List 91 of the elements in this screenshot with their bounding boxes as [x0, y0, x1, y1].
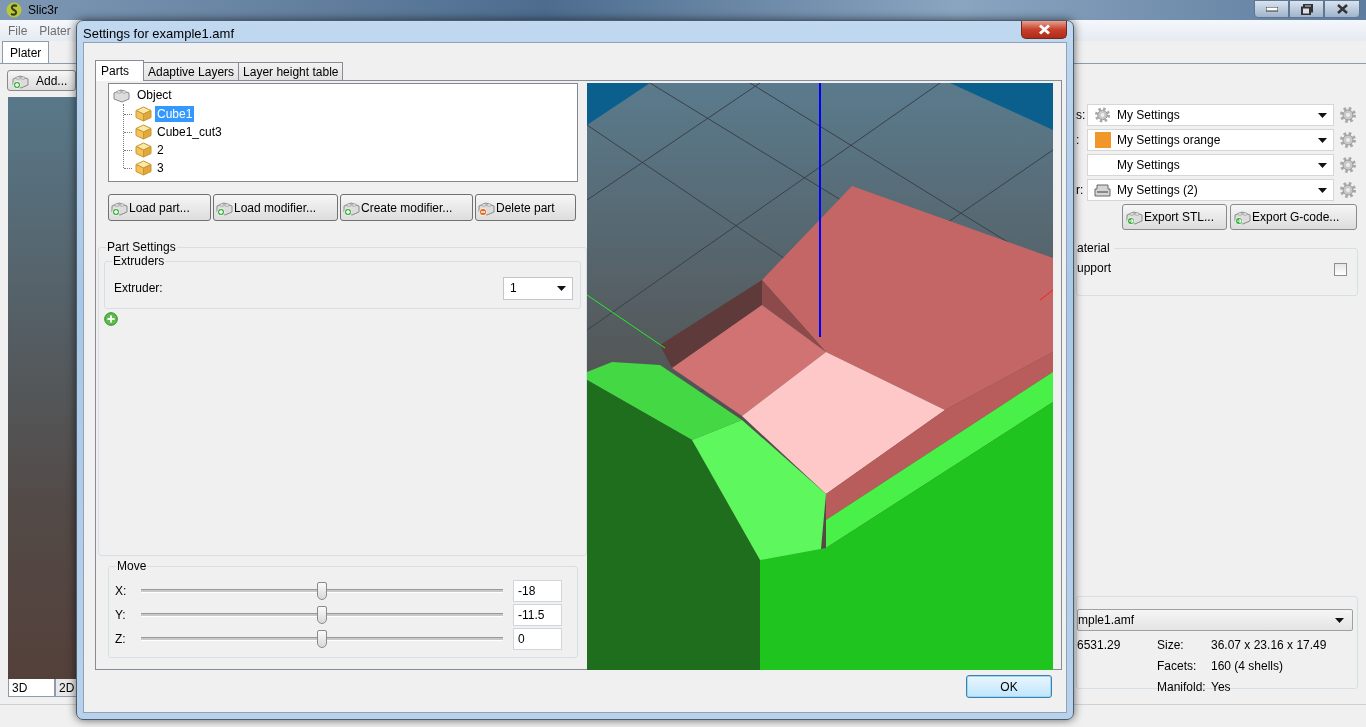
cube-icon — [135, 124, 152, 140]
cube-icon — [135, 106, 152, 122]
brick-plus-icon — [12, 72, 30, 89]
minimize-icon — [1265, 6, 1278, 12]
export-stl-button[interactable]: Export STL... — [1122, 204, 1227, 230]
gear-icon — [1339, 106, 1357, 124]
restore-button[interactable] — [1289, 0, 1324, 18]
axis-label: Y: — [114, 608, 127, 622]
caret-icon — [1318, 187, 1327, 193]
field-label: Extruder: — [114, 281, 163, 295]
part-button[interactable]: Load modifier... — [213, 194, 338, 221]
preset-dropdown[interactable]: My Settings orange — [1087, 129, 1334, 151]
value-field[interactable]: -18 — [513, 580, 562, 602]
info-label: Facets: — [1157, 658, 1198, 673]
slider[interactable] — [141, 605, 503, 625]
slider-thumb[interactable] — [317, 582, 327, 600]
window-title: Slic3r — [28, 3, 58, 17]
info-value: 36.07 x 23.16 x 17.49 — [1211, 637, 1328, 652]
group-title: Extruders — [112, 254, 166, 268]
gear-icon — [1339, 181, 1357, 199]
option-label: upport — [1077, 261, 1112, 277]
cube-icon — [135, 160, 152, 176]
brick-plus-icon — [111, 199, 129, 216]
add-button[interactable]: Add... — [7, 70, 76, 91]
caret-icon — [1318, 162, 1327, 168]
group-title: Part Settings — [106, 240, 177, 254]
caret-icon — [1318, 112, 1327, 118]
preset-dropdown[interactable]: My Settings (2) — [1087, 179, 1334, 201]
info-label: Manifold: — [1157, 679, 1207, 694]
group-title: aterial — [1077, 241, 1114, 255]
preset-label: s: — [1076, 108, 1087, 122]
axis-label: Z: — [114, 632, 127, 646]
brick-icon — [113, 87, 131, 103]
caret-icon — [1335, 617, 1344, 623]
part-button[interactable]: Delete part — [475, 194, 576, 221]
preset-dropdown[interactable]: My Settings — [1087, 104, 1334, 126]
brick-minus-icon — [478, 199, 496, 216]
info-label: Size: — [1157, 637, 1185, 652]
ok-button[interactable]: OK — [966, 675, 1052, 698]
tree-item[interactable]: 3 — [155, 160, 166, 176]
tree-item[interactable]: Cube1_cut3 — [155, 124, 224, 140]
info-value: 160 (4 shells) — [1211, 658, 1285, 673]
close-icon — [1037, 24, 1051, 35]
object-dropdown[interactable]: mple1.amf — [1077, 609, 1353, 631]
info-value: 6531.29 — [1077, 637, 1122, 652]
info-value: Yes — [1211, 679, 1232, 694]
close-icon — [1336, 4, 1348, 14]
brick-plus-icon — [343, 199, 361, 216]
tab[interactable]: Plater — [2, 41, 50, 63]
tab[interactable]: Layer height table — [238, 62, 344, 80]
view-tab[interactable]: 2D — [55, 679, 79, 697]
checkbox[interactable] — [1334, 263, 1347, 276]
tab[interactable]: Adaptive Layers — [143, 62, 240, 80]
close-button[interactable] — [1324, 0, 1360, 18]
gear-icon — [1339, 131, 1357, 149]
brick-arrow-icon — [1126, 209, 1144, 225]
gear-icon — [1094, 106, 1111, 124]
part-button[interactable]: Create modifier... — [340, 194, 473, 221]
app-logo-icon — [6, 2, 22, 18]
cube-icon — [135, 142, 152, 158]
menu-item[interactable]: Plater — [33, 23, 77, 38]
export-gcode-button[interactable]: Export G-code... — [1230, 204, 1357, 230]
minimize-button[interactable] — [1254, 0, 1289, 18]
slider-thumb[interactable] — [317, 630, 327, 648]
value-field[interactable]: 0 — [513, 628, 562, 650]
group-title: Move — [116, 559, 148, 573]
brick-plus-icon — [216, 199, 234, 216]
axis-label: X: — [114, 584, 128, 598]
preset-label: r: — [1076, 183, 1085, 197]
tree-item[interactable]: 2 — [155, 142, 166, 158]
tab[interactable]: Parts — [95, 60, 144, 81]
dialog-title: Settings for example1.amf — [83, 26, 235, 41]
caret-icon — [1318, 137, 1327, 143]
view-tab[interactable]: 3D — [8, 679, 55, 697]
gear-icon — [1339, 156, 1357, 174]
slider[interactable] — [141, 629, 503, 649]
value-field[interactable]: -11.5 — [513, 604, 562, 626]
slider[interactable] — [141, 581, 503, 601]
close-button[interactable] — [1021, 21, 1067, 39]
printer-icon — [1094, 183, 1111, 197]
slider-thumb[interactable] — [317, 606, 327, 624]
restore-icon — [1300, 3, 1313, 15]
caret-icon — [557, 285, 566, 291]
preset-dropdown[interactable]: My Settings — [1087, 154, 1334, 176]
brick-arrow-icon — [1234, 209, 1252, 225]
extruder-dropdown[interactable]: 1 — [503, 276, 573, 300]
menu-item[interactable]: File — [2, 23, 34, 38]
tree-item[interactable]: Object — [135, 87, 174, 103]
add-icon[interactable] — [104, 312, 118, 326]
part-button[interactable]: Load part... — [108, 194, 211, 221]
preset-label: : — [1076, 133, 1081, 147]
